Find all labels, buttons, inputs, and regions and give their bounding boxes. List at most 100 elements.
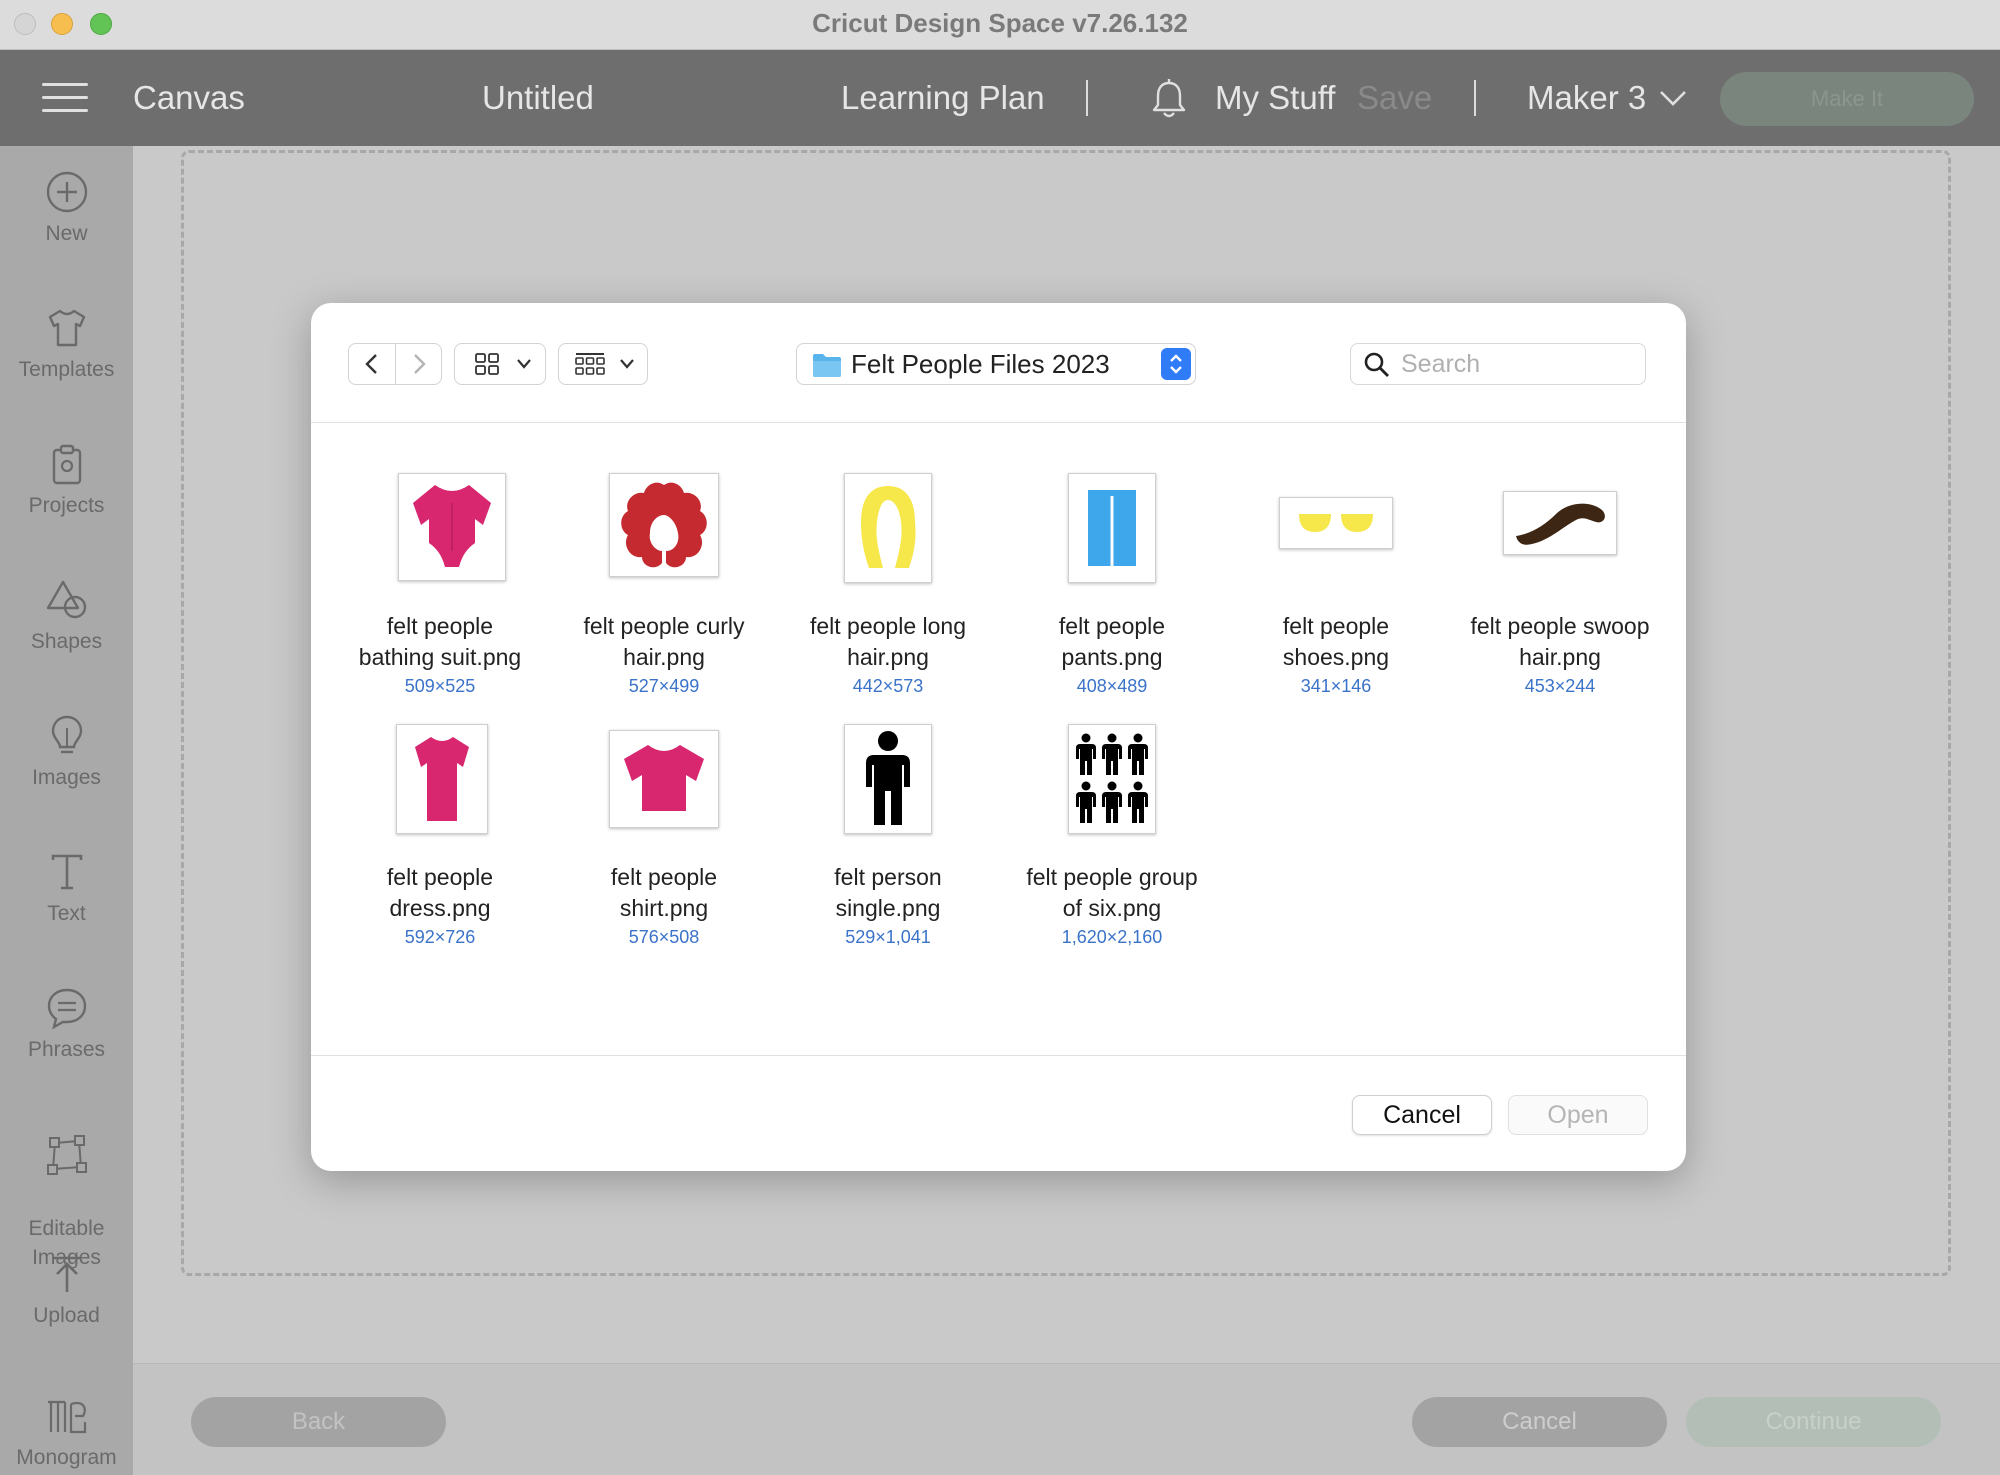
file-dimensions: 408×489 (1076, 676, 1148, 696)
sidebar-item-label: Projects (28, 494, 105, 517)
speech-bubble-icon (47, 988, 86, 1030)
file-thumbnail (1503, 491, 1617, 555)
back-nav-button[interactable] (349, 344, 395, 384)
save-button[interactable]: Save (1357, 50, 1432, 146)
sidebar-item-monogram[interactable]: Monogram (0, 1394, 133, 1470)
group-view-icon (575, 353, 605, 375)
search-input[interactable] (1401, 348, 1631, 380)
document-title[interactable]: Untitled (482, 50, 594, 146)
file-name: felt person single.png (834, 864, 942, 921)
shapes-icon (46, 580, 86, 619)
file-dimensions: 341×146 (1300, 676, 1372, 696)
learning-plan-link[interactable]: Learning Plan (841, 50, 1045, 146)
sidebar-item-projects[interactable]: Projects (0, 442, 133, 518)
file-thumbnail (1279, 497, 1393, 549)
plus-circle-icon (46, 171, 87, 213)
machine-selector[interactable]: Maker 3 (1527, 50, 1646, 146)
sidebar-item-label: New (45, 222, 88, 245)
file-item-curly-hair[interactable]: felt people curly hair.png 527×499 (559, 473, 769, 699)
file-dimensions: 1,620×2,160 (1061, 927, 1163, 947)
search-field[interactable] (1350, 343, 1646, 385)
chevron-left-icon (365, 354, 377, 374)
group-by-button[interactable] (558, 343, 648, 385)
folder-name: Felt People Files 2023 (851, 349, 1110, 379)
chevron-down-icon[interactable] (1658, 88, 1688, 108)
file-thumbnail (609, 730, 719, 828)
folder-icon (813, 354, 841, 377)
forward-nav-button[interactable] (396, 344, 442, 384)
dialog-open-button[interactable]: Open (1508, 1095, 1648, 1135)
file-name: felt people dress.png (386, 864, 494, 921)
view-mode-button[interactable] (454, 343, 546, 385)
sidebar-item-new[interactable]: New (0, 170, 133, 246)
continue-button[interactable]: Continue (1686, 1397, 1941, 1447)
sidebar-item-label: Phrases (27, 1038, 106, 1061)
hamburger-menu-icon[interactable] (42, 83, 88, 113)
sidebar-item-images[interactable]: Images (0, 714, 133, 790)
file-item-swoop-hair[interactable]: felt people swoop hair.png 453×244 (1455, 473, 1665, 699)
chevron-right-icon (414, 354, 426, 374)
make-it-button[interactable]: Make It (1720, 72, 1974, 126)
left-sidebar: New Templates Projects Shapes Images Tex… (0, 146, 133, 1475)
file-item-dress[interactable]: felt people dress.png 592×726 (335, 724, 545, 950)
clipboard-icon (52, 444, 81, 485)
file-open-dialog: Felt People Files 2023 felt people bathi… (311, 303, 1686, 1171)
file-thumbnail (398, 473, 506, 581)
file-name: felt people long hair.png (809, 613, 966, 670)
file-item-long-hair[interactable]: felt people long hair.png 442×573 (783, 473, 993, 699)
sidebar-item-editable-images[interactable]: Editable Images (0, 1104, 133, 1272)
file-dimensions: 509×525 (404, 676, 476, 696)
file-name: felt people curly hair.png (583, 613, 745, 670)
monogram-icon (47, 1400, 86, 1434)
sidebar-item-templates[interactable]: Templates (0, 306, 133, 382)
file-dimensions: 592×726 (404, 927, 476, 947)
folder-location-select[interactable]: Felt People Files 2023 (796, 343, 1196, 385)
file-thumbnail (1068, 724, 1156, 834)
header-divider (1086, 80, 1088, 116)
back-button[interactable]: Back (191, 1397, 446, 1447)
file-item-pants[interactable]: felt people pants.png 408×489 (1007, 473, 1217, 699)
file-name: felt people group of six.png (1026, 864, 1198, 921)
sidebar-item-label: Upload (33, 1304, 100, 1327)
file-name: felt people pants.png (1058, 613, 1166, 670)
file-name: felt people swoop hair.png (1470, 613, 1650, 670)
sidebar-item-phrases[interactable]: Phrases (0, 986, 133, 1062)
sidebar-item-label: Templates (18, 358, 115, 381)
lightbulb-icon (51, 715, 82, 754)
file-name: felt people bathing suit.png (358, 613, 522, 670)
grid-view-icon (475, 353, 499, 375)
header-divider (1474, 80, 1476, 116)
dialog-cancel-button[interactable]: Cancel (1352, 1095, 1492, 1135)
app-header: Canvas Untitled Learning Plan My Stuff S… (0, 50, 2000, 146)
bell-icon[interactable] (1149, 78, 1189, 120)
sidebar-item-shapes[interactable]: Shapes (0, 578, 133, 654)
up-down-stepper-icon (1161, 348, 1191, 380)
file-dimensions: 453×244 (1524, 676, 1596, 696)
file-thumbnail (844, 473, 932, 583)
file-item-shoes[interactable]: felt people shoes.png 341×146 (1231, 473, 1441, 699)
my-stuff-link[interactable]: My Stuff (1215, 50, 1335, 146)
file-item-shirt[interactable]: felt people shirt.png 576×508 (559, 724, 769, 950)
navigation-buttons (348, 343, 442, 385)
dialog-footer-divider (311, 1055, 1686, 1056)
search-icon (1364, 352, 1389, 377)
file-thumbnail (396, 724, 488, 834)
sidebar-item-label: Images (32, 766, 101, 789)
vector-nodes-icon (46, 1135, 87, 1175)
tshirt-icon (48, 309, 85, 347)
file-dimensions: 576×508 (628, 927, 700, 947)
file-item-group-of-six[interactable]: felt people group of six.png 1,620×2,160 (1007, 724, 1217, 950)
file-dimensions: 442×573 (852, 676, 924, 696)
file-thumbnail (1068, 473, 1156, 583)
dialog-toolbar: Felt People Files 2023 (311, 303, 1686, 423)
canvas-title: Canvas (133, 79, 245, 116)
sidebar-item-text[interactable]: Text (0, 850, 133, 926)
cancel-button[interactable]: Cancel (1412, 1397, 1667, 1447)
file-thumbnail (844, 724, 932, 834)
upload-icon (52, 1256, 81, 1292)
file-item-bathing-suit[interactable]: felt people bathing suit.png 509×525 (335, 473, 545, 699)
sidebar-item-upload[interactable]: Upload (0, 1252, 133, 1328)
file-name: felt people shoes.png (1282, 613, 1390, 670)
file-item-person-single[interactable]: felt person single.png 529×1,041 (783, 724, 993, 950)
sidebar-item-label: Monogram (16, 1446, 117, 1469)
